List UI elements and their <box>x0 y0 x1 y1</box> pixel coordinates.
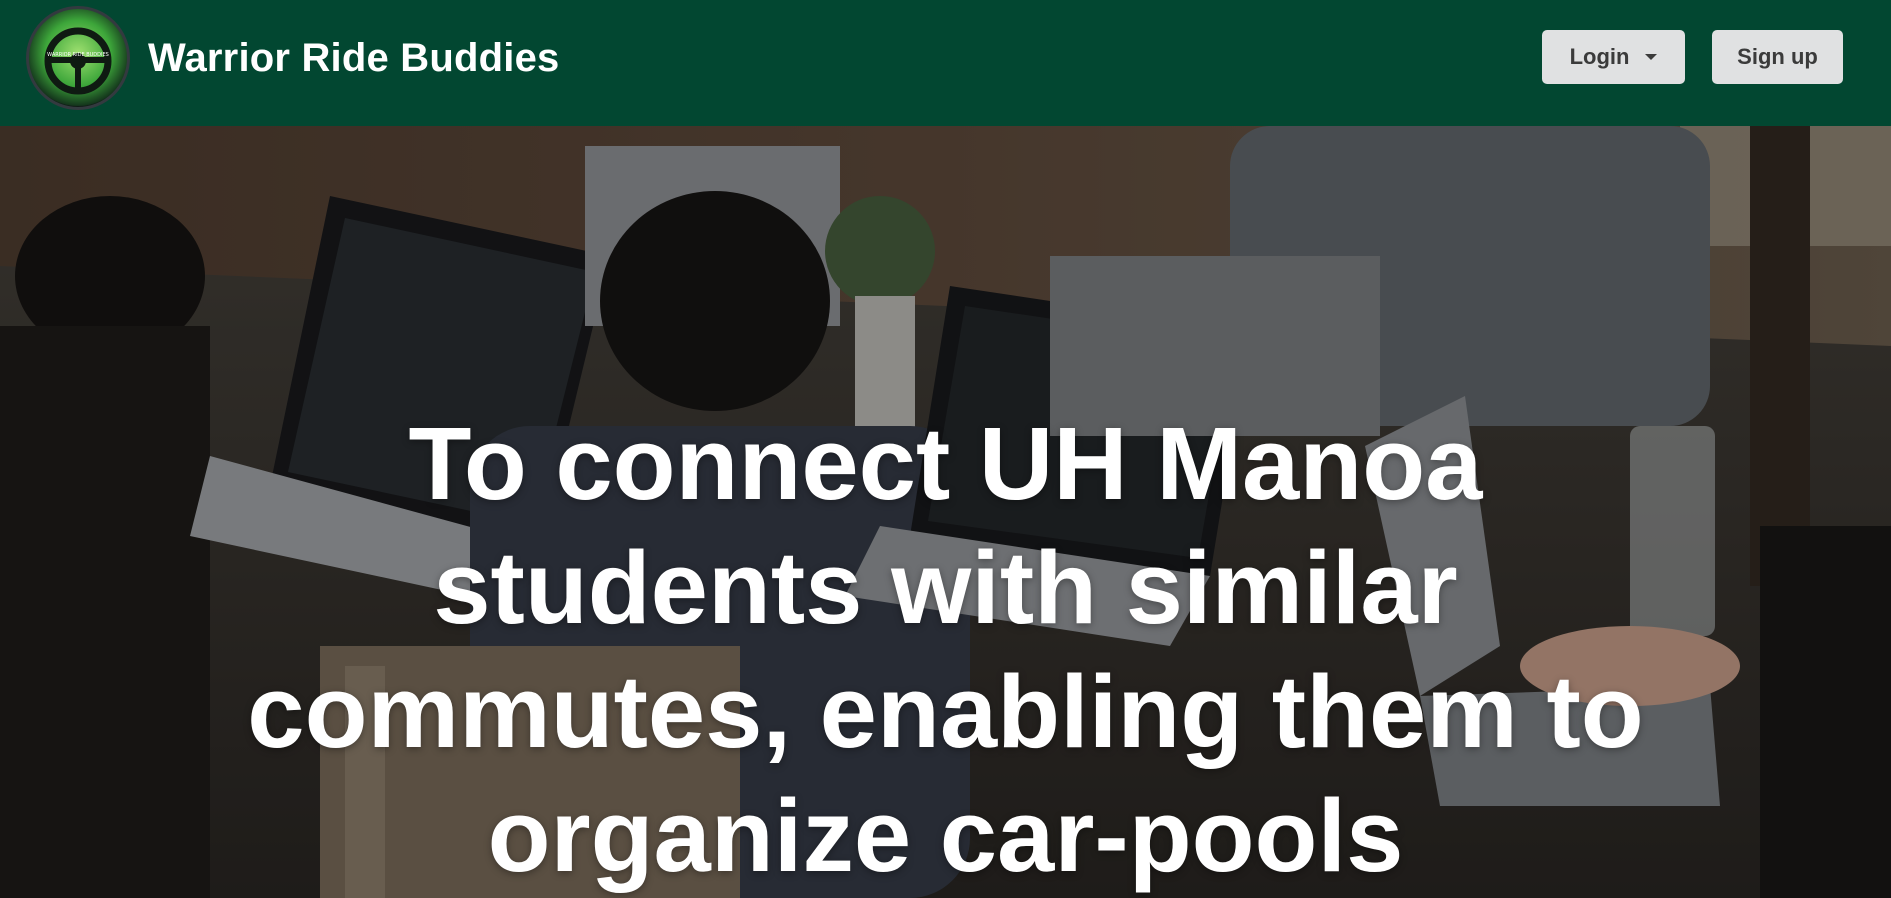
hero-section: To connect UH Manoa students with simila… <box>0 126 1891 898</box>
login-dropdown-button[interactable]: Login <box>1542 30 1685 84</box>
mission-line-2: students with similar <box>433 530 1458 645</box>
caret-down-icon <box>1645 54 1658 60</box>
mission-line-1: To connect UH Manoa <box>408 406 1483 521</box>
mission-line-4: organize car-pools <box>487 778 1404 893</box>
top-navbar: WARRIOR RIDE BUDDIES Warrior Ride Buddie… <box>0 0 1891 126</box>
mission-statement: To connect UH Manoa students with simila… <box>0 402 1891 898</box>
steering-wheel-logo-icon: WARRIOR RIDE BUDDIES <box>26 6 130 110</box>
signup-label: Sign up <box>1737 44 1818 69</box>
logo-text: WARRIOR RIDE BUDDIES <box>47 52 109 58</box>
mission-line-3: commutes, enabling them to <box>247 654 1644 769</box>
brand-link[interactable]: WARRIOR RIDE BUDDIES Warrior Ride Buddie… <box>26 6 559 110</box>
login-label: Login <box>1569 44 1630 69</box>
signup-button[interactable]: Sign up <box>1712 30 1843 84</box>
brand-name[interactable]: Warrior Ride Buddies <box>148 36 559 81</box>
